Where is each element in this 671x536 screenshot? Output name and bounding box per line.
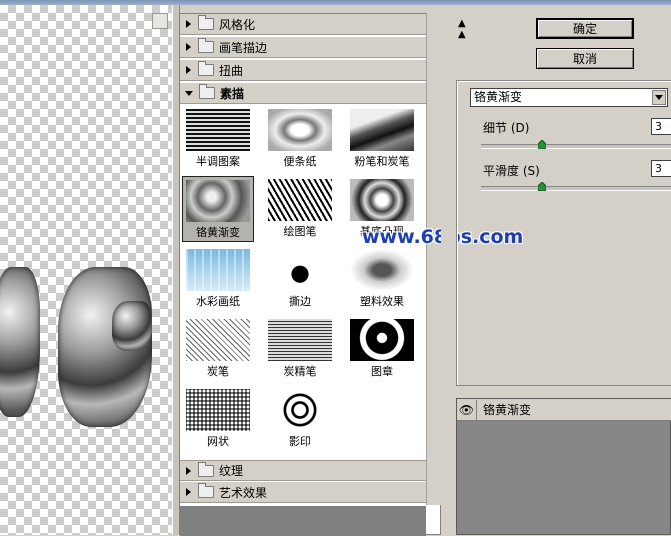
category-brush-strokes[interactable]: 画笔描边 xyxy=(180,37,426,58)
filter-thumbnail-image xyxy=(350,319,414,361)
category-label: 扭曲 xyxy=(219,63,244,78)
folder-icon xyxy=(198,61,214,76)
filter-stamp[interactable]: 图章 xyxy=(346,316,418,382)
filter-label: 粉笔和炭笔 xyxy=(354,155,410,168)
detail-slider-track[interactable] xyxy=(481,144,671,149)
filter-plaster[interactable]: 塑料效果 xyxy=(346,246,418,312)
filter-gallery: 风格化 画笔描边 扭曲 素描 半调图案 便条纸 粉笔和炭笔 铬黄渐变 绘图笔 基… xyxy=(179,13,441,536)
category-label: 风格化 xyxy=(219,17,256,32)
filter-label: 影印 xyxy=(289,435,311,448)
chevron-down-icon[interactable] xyxy=(652,90,666,105)
smoothness-label: 平滑度 (S) xyxy=(483,164,540,178)
filter-label: 水彩画纸 xyxy=(196,295,240,308)
filter-thumbnail-image xyxy=(186,249,250,291)
expand-arrow-icon[interactable] xyxy=(186,20,191,28)
filter-water-paper[interactable]: 水彩画纸 xyxy=(182,246,254,312)
expand-arrow-icon[interactable] xyxy=(186,466,191,475)
effect-layer-label: 铬黄渐变 xyxy=(483,403,532,417)
filter-thumbnail-image xyxy=(350,109,414,151)
filter-thumbnail-image xyxy=(350,179,414,221)
category-texture[interactable]: 纹理 xyxy=(180,460,426,481)
category-label: 纹理 xyxy=(219,464,244,478)
filter-label: 撕边 xyxy=(289,295,311,308)
filter-thumbnail-image xyxy=(268,319,332,361)
folder-icon xyxy=(198,483,214,498)
filter-photocopy[interactable]: 影印 xyxy=(264,386,336,452)
gallery-empty-area xyxy=(180,506,426,536)
filter-reticulation[interactable]: 网状 xyxy=(182,386,254,452)
filter-chalk-charcoal[interactable]: 粉笔和炭笔 xyxy=(346,106,418,172)
filter-halftone-pattern[interactable]: 半调图案 xyxy=(182,106,254,172)
preview-blob xyxy=(112,301,152,351)
filter-select-value: 铬黄渐变 xyxy=(474,90,523,104)
folder-icon xyxy=(198,38,214,53)
filter-label: 半调图案 xyxy=(196,155,240,168)
filter-torn-edges[interactable]: 撕边 xyxy=(264,246,336,312)
filter-chrome[interactable]: 铬黄渐变 xyxy=(182,176,254,242)
preview-canvas[interactable] xyxy=(0,5,172,535)
category-distort[interactable]: 扭曲 xyxy=(180,60,426,81)
filter-label: 网状 xyxy=(207,435,229,448)
detail-slider-thumb[interactable] xyxy=(538,140,546,149)
filter-thumbnail-image xyxy=(268,249,332,291)
eye-icon[interactable]: 👁 xyxy=(457,399,477,420)
category-label: 画笔描边 xyxy=(219,40,268,55)
filter-note-paper[interactable]: 便条纸 xyxy=(264,106,336,172)
filter-graphic-pen[interactable]: 绘图笔 xyxy=(264,176,336,242)
expand-arrow-icon[interactable] xyxy=(186,488,191,496)
smoothness-slider-thumb[interactable] xyxy=(538,182,546,191)
filter-thumbnail-image xyxy=(350,249,414,291)
expand-arrow-icon[interactable] xyxy=(186,43,191,51)
expand-arrow-icon[interactable] xyxy=(186,66,191,74)
filter-label: 炭笔 xyxy=(207,365,229,378)
filter-label: 便条纸 xyxy=(283,155,317,168)
ok-button[interactable]: 确定 xyxy=(536,18,634,39)
filter-label: 绘图笔 xyxy=(283,225,317,238)
folder-open-icon xyxy=(199,84,215,99)
filter-thumbnail-image xyxy=(268,179,332,221)
category-label: 素描 xyxy=(220,86,245,101)
folder-icon xyxy=(198,461,214,477)
filter-thumbnail-image xyxy=(186,389,250,431)
filter-thumbnail-image xyxy=(186,109,250,151)
cancel-button[interactable]: 取消 xyxy=(536,48,634,69)
filter-thumbnail-image xyxy=(186,180,250,222)
detail-label: 细节 (D) xyxy=(483,121,530,135)
smoothness-slider-track[interactable] xyxy=(481,186,671,191)
filter-thumbnail-image xyxy=(186,319,250,361)
filter-label: 铬黄渐变 xyxy=(196,226,240,239)
category-artistic[interactable]: 艺术效果 xyxy=(180,482,426,503)
gallery-scrollbar[interactable] xyxy=(426,13,442,505)
splitter-right xyxy=(441,5,456,535)
preview-scroll-box[interactable] xyxy=(152,13,168,29)
category-sketch[interactable]: 素描 xyxy=(180,83,426,104)
filter-thumbnails: 半调图案 便条纸 粉笔和炭笔 铬黄渐变 绘图笔 基底凸现 水彩画纸 撕边 塑料效… xyxy=(180,104,426,456)
collapse-gallery-icon[interactable]: ▲ ▲ xyxy=(458,18,466,40)
smoothness-input[interactable]: 3 xyxy=(651,160,671,177)
collapse-arrow-icon[interactable] xyxy=(185,90,193,96)
filter-label: 炭精笔 xyxy=(283,365,317,378)
preview-blob xyxy=(0,267,40,417)
filter-label: 塑料效果 xyxy=(360,295,404,308)
filter-charcoal[interactable]: 炭笔 xyxy=(182,316,254,382)
category-label: 艺术效果 xyxy=(219,485,268,500)
detail-input[interactable]: 3 xyxy=(651,118,671,135)
folder-icon xyxy=(198,15,214,30)
filter-conte-crayon[interactable]: 炭精笔 xyxy=(264,316,336,382)
filter-thumbnail-image xyxy=(268,109,332,151)
filter-select[interactable]: 铬黄渐变 xyxy=(470,88,668,107)
filter-thumbnail-image xyxy=(268,389,332,431)
category-stylize[interactable]: 风格化 xyxy=(180,14,426,35)
effect-layers-panel: 👁 铬黄渐变 xyxy=(456,398,671,535)
filter-label: 图章 xyxy=(371,365,393,378)
effect-layer-row[interactable]: 👁 铬黄渐变 xyxy=(457,399,671,421)
